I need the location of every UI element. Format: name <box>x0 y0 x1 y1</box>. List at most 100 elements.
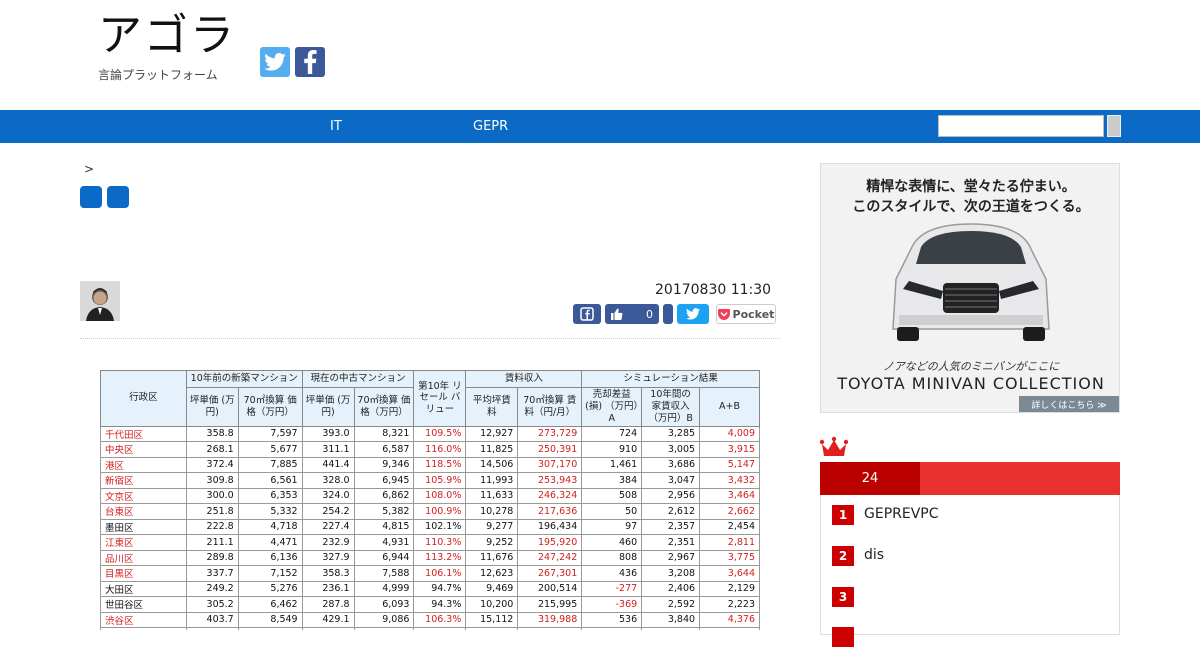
table-cell: 247,242 <box>517 549 583 567</box>
header-group-new: 10年前の新築マンション <box>185 370 303 388</box>
rank-number: 3 <box>832 587 854 607</box>
ad-headline: 精悍な表情に、堂々たる佇まい。 <box>866 179 1076 195</box>
table-cell: 215,995 <box>517 596 583 613</box>
header-ward: 行政区 <box>100 370 187 427</box>
table-cell: 508 <box>581 487 643 505</box>
table-cell: 311.1 <box>301 441 355 458</box>
ad-headline: このスタイルで、次の王道をつくる。 <box>852 199 1090 215</box>
table-row: 大田区 249.2 5,276 236.1 4,999 94.7% 9,469 200,514… <box>100 580 760 598</box>
table-cell: 460 <box>581 534 643 551</box>
table-cell: 267,301 <box>517 565 583 582</box>
table-cell: 309.8 <box>185 472 239 489</box>
ranking-item[interactable]: GEPREVPC <box>864 506 939 522</box>
table-cell: 3,208 <box>641 565 701 582</box>
header-resale: 第10年 リセール バリュー <box>413 370 467 427</box>
table-cell: 724 <box>581 425 643 443</box>
table-cell: 110.3% <box>413 534 467 551</box>
table-cell: 250,391 <box>517 441 583 458</box>
table-cell: 12,927 <box>465 425 519 443</box>
table-cell: 2,662 <box>699 503 760 520</box>
table-cell: 5,382 <box>353 503 415 520</box>
table-cell: 246,324 <box>517 487 583 505</box>
table-cell: 11,633 <box>465 487 519 505</box>
table-row: 品川区 289.8 6,136 327.9 6,944 113.2% 11,676 247,2… <box>100 549 760 567</box>
table-row: 中央区 268.1 5,677 311.1 6,587 116.0% 11,825 250,3… <box>100 441 760 458</box>
ward-name: 港区 <box>100 456 187 474</box>
table-cell: 10,200 <box>465 596 519 613</box>
table-cell: 4,815 <box>353 518 415 536</box>
table-cell: 305.2 <box>185 596 239 613</box>
table-cell: 4,009 <box>699 425 760 443</box>
table-cell: 6,561 <box>237 472 303 489</box>
table-cell: 94.3% <box>413 596 467 613</box>
table-cell: 102.1% <box>413 518 467 536</box>
table-cell: 9,277 <box>465 518 519 536</box>
ward-name: 目黒区 <box>100 565 187 582</box>
table-row: 墨田区 222.8 4,718 227.4 4,815 102.1% 9,277 196,43… <box>100 518 760 536</box>
table-cell: 8,549 <box>237 611 303 629</box>
header-col: 10年間の 家賃収入 （万円）B <box>641 387 701 427</box>
ward-name: 江東区 <box>100 534 187 551</box>
table-cell: 429.1 <box>301 611 355 629</box>
table-cell: 3,432 <box>699 472 760 489</box>
table-cell: 3,047 <box>641 472 701 489</box>
ad-subcopy: ノアなどの人気のミニバンがここに <box>882 360 1060 373</box>
table-cell: 222.8 <box>185 518 239 536</box>
table-cell: 6,353 <box>237 487 303 505</box>
table-cell: 10,278 <box>465 503 519 520</box>
table-cell: 289.8 <box>185 549 239 567</box>
table-cell: 2,351 <box>641 534 701 551</box>
table-cell: 5,332 <box>237 503 303 520</box>
table-cell: 11,676 <box>465 549 519 567</box>
table-cell: 254.2 <box>301 503 355 520</box>
tab-24h[interactable]: 24 <box>820 462 920 495</box>
table-cell: 14,506 <box>465 456 519 474</box>
header-col: 売却差益(損) （万円）A <box>581 387 643 427</box>
car-image <box>892 223 1050 341</box>
header-col: 坪単価 (万円) <box>185 387 239 427</box>
rank-number: 2 <box>832 546 854 566</box>
table-row: 千代田区 358.8 7,597 393.0 8,321 109.5% 12,927 273,… <box>100 425 760 443</box>
table-row: 江東区 211.1 4,471 232.9 4,931 110.3% 9,252 195,92… <box>100 534 760 551</box>
table-cell: 7,597 <box>237 425 303 443</box>
table-row: 世田谷区 305.2 6,462 287.8 6,093 94.3% 10,200 215,9… <box>100 596 760 613</box>
ward-name: 世田谷区 <box>100 596 187 613</box>
table-cell: 108.0% <box>413 487 467 505</box>
table-cell: 2,129 <box>699 580 760 598</box>
table-cell: 2,454 <box>699 518 760 536</box>
table-cell: 3,686 <box>641 456 701 474</box>
table-cell: 358.3 <box>301 565 355 582</box>
table-cell: 2,956 <box>641 487 701 505</box>
table-cell: 324.0 <box>301 487 355 505</box>
table-cell: 4,376 <box>699 611 760 629</box>
table-cell: 300.0 <box>185 487 239 505</box>
table-row: 渋谷区 403.7 8,549 429.1 9,086 106.3% 15,112 319,9… <box>100 611 760 629</box>
ad-cta-button[interactable]: 詳しくはこちら ≫ <box>1019 396 1119 412</box>
table-cell: 106.3% <box>413 611 467 629</box>
ad-brand: TOYOTA MINIVAN COLLECTION <box>837 374 1105 393</box>
table-cell: 2,612 <box>641 503 701 520</box>
ward-name: 大田区 <box>100 580 187 598</box>
table-cell: 9,469 <box>465 580 519 598</box>
table-cell: 2,592 <box>641 596 701 613</box>
ranking-item[interactable]: dis <box>864 547 884 563</box>
ward-name: 千代田区 <box>100 425 187 443</box>
table-cell: 50 <box>581 503 643 520</box>
table-cell: 5,276 <box>237 580 303 598</box>
ward-name: 文京区 <box>100 487 187 505</box>
table-cell: 253,943 <box>517 472 583 489</box>
table-row: 新宿区 309.8 6,561 328.0 6,945 105.9% 11,993 253,9… <box>100 472 760 489</box>
table-row: 港区 372.4 7,885 441.4 9,346 118.5% 14,506 307,17… <box>100 456 760 474</box>
ad-banner[interactable]: 精悍な表情に、堂々たる佇まい。 このスタイルで、次の王道をつくる。 ノアなどの人… <box>820 163 1120 413</box>
table-row: 文京区 300.0 6,353 324.0 6,862 108.0% 11,633 246,3… <box>100 487 760 505</box>
table-cell: 337.7 <box>185 565 239 582</box>
table-cell: 249.2 <box>185 580 239 598</box>
ward-name: 新宿区 <box>100 472 187 489</box>
table-cell: 436 <box>581 565 643 582</box>
table-row: 目黒区 337.7 7,152 358.3 7,588 106.1% 12,623 267,3… <box>100 565 760 582</box>
crown-icon <box>820 436 848 456</box>
table-cell: 2,967 <box>641 549 701 567</box>
table-cell: 6,136 <box>237 549 303 567</box>
table-cell: 358.8 <box>185 425 239 443</box>
table-cell: 2,811 <box>699 534 760 551</box>
